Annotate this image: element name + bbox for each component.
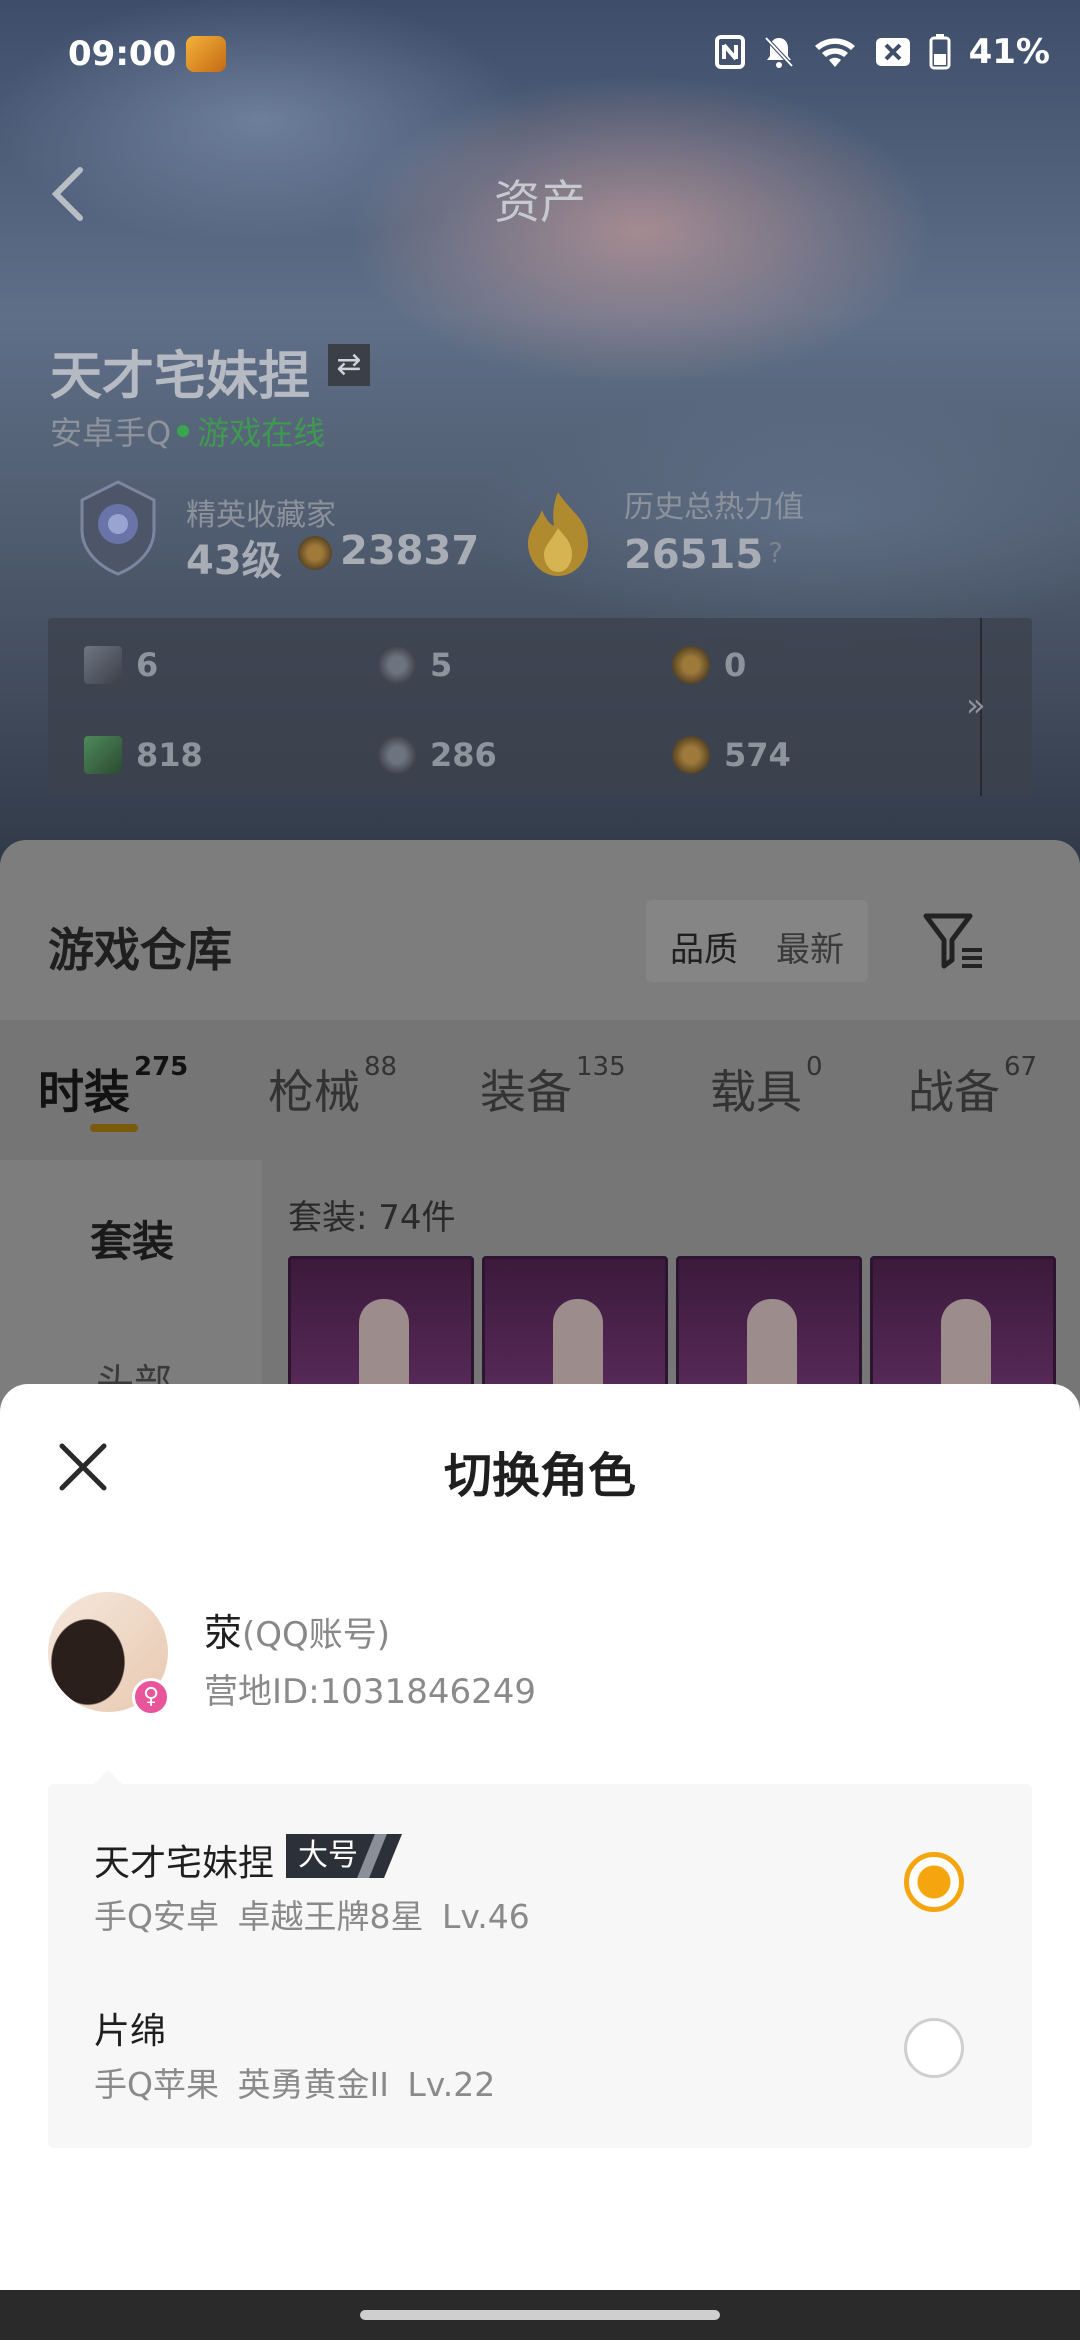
filter-icon[interactable] [922, 910, 986, 972]
tab-count: 0 [806, 1052, 823, 1082]
tab-count: 88 [364, 1052, 398, 1082]
player-online-status: 游戏在线 [197, 414, 326, 452]
page-title: 资产 [494, 175, 586, 229]
help-icon[interactable]: ? [768, 536, 783, 569]
nfc-icon [714, 35, 745, 69]
bronze-coin-icon [672, 736, 710, 774]
tab-label: 装备 [480, 1065, 572, 1119]
tab-supplies[interactable]: 战备 67 [908, 1052, 1037, 1122]
role-radio-selected[interactable] [904, 1852, 964, 1912]
sort-quality-button[interactable]: 品质 [670, 922, 738, 971]
card-icon [84, 646, 122, 684]
online-dot-icon [177, 425, 190, 437]
tab-equipment[interactable]: 装备 135 [480, 1052, 626, 1122]
stat-value: 6 [136, 646, 159, 684]
mute-icon [764, 36, 794, 68]
stat-value: 5 [430, 646, 453, 684]
silver-coin-icon [378, 646, 416, 684]
status-time: 09:00 [68, 34, 177, 74]
account-name-line: 荥(QQ账号) [204, 1602, 390, 1657]
battery-percent: 41% [968, 32, 1050, 72]
account-type: (QQ账号) [242, 1615, 391, 1655]
switch-role-icon[interactable]: ⇄ [328, 344, 370, 386]
tab-label: 时装 [38, 1065, 130, 1119]
tab-fashion[interactable]: 时装 275 [38, 1052, 188, 1122]
account-name: 荥 [204, 1611, 243, 1655]
active-tab-indicator [90, 1124, 138, 1132]
dark-coin-icon [378, 736, 416, 774]
green-card-icon [84, 736, 122, 774]
warehouse-title: 游戏仓库 [48, 923, 232, 977]
coin-icon [298, 536, 332, 570]
tab-label: 战备 [908, 1065, 1000, 1119]
wifi-icon [814, 38, 855, 67]
stat-item: 5 [378, 646, 452, 684]
stat-value: 818 [136, 736, 203, 774]
app-notification-icon [186, 36, 226, 72]
role-radio-unselected[interactable] [904, 2018, 964, 2078]
stat-item: 818 [84, 736, 203, 774]
sheet-title: 切换角色 [443, 1448, 636, 1504]
player-status-line: 安卓手Q 游戏在线 [50, 408, 325, 454]
role-detail[interactable]: 手Q安卓 卓越王牌8星 Lv.46 [94, 1890, 530, 1938]
stat-item: 574 [672, 736, 791, 774]
tab-count: 135 [576, 1052, 626, 1082]
female-icon: ♀ [132, 1678, 170, 1716]
home-indicator[interactable] [360, 2310, 720, 2320]
stat-value: 0 [724, 646, 747, 684]
gold-coin-icon [672, 646, 710, 684]
set-count: 套装: 74件 [288, 1198, 456, 1238]
stat-item: 6 [84, 646, 158, 684]
sidebar-item-sets[interactable]: 套装 [90, 1208, 174, 1269]
role-name[interactable]: 片绵 [94, 2002, 166, 2054]
more-arrow-icon[interactable]: » [966, 686, 986, 724]
heat-title: 历史总热力值 [624, 490, 804, 525]
asset-stats-panel[interactable]: 6 5 0 818 286 574 [48, 618, 1032, 796]
stat-value: 574 [724, 736, 791, 774]
tab-label: 载具 [710, 1065, 802, 1119]
tab-count: 67 [1004, 1052, 1038, 1082]
sort-newest-button[interactable]: 最新 [776, 922, 844, 971]
stat-item: 286 [378, 736, 497, 774]
tab-label: 枪械 [268, 1065, 360, 1119]
heat-value: 26515 [624, 532, 764, 578]
player-platform: 安卓手Q [50, 414, 172, 452]
status-bar: 09:00 41% [0, 0, 1080, 110]
stat-item: 0 [672, 646, 746, 684]
flame-icon [528, 492, 588, 576]
coin-value: 23837 [340, 528, 480, 574]
rank-level: 43级 [186, 538, 282, 584]
stat-value: 286 [430, 736, 497, 774]
account-id: 营地ID:1031846249 [204, 1672, 536, 1712]
tab-guns[interactable]: 枪械 88 [268, 1052, 397, 1122]
main-account-tag: 大号 [286, 1834, 402, 1878]
tab-count: 275 [134, 1052, 189, 1082]
role-detail[interactable]: 手Q苹果 英勇黄金II Lv.22 [94, 2058, 495, 2106]
tab-vehicles[interactable]: 载具 0 [710, 1052, 823, 1122]
player-name: 天才宅妹捏 [50, 347, 311, 407]
battery-icon [929, 34, 951, 70]
sim-icon [875, 38, 910, 66]
role-name[interactable]: 天才宅妹捏 [94, 1834, 274, 1886]
rank-badge-icon [80, 480, 156, 576]
